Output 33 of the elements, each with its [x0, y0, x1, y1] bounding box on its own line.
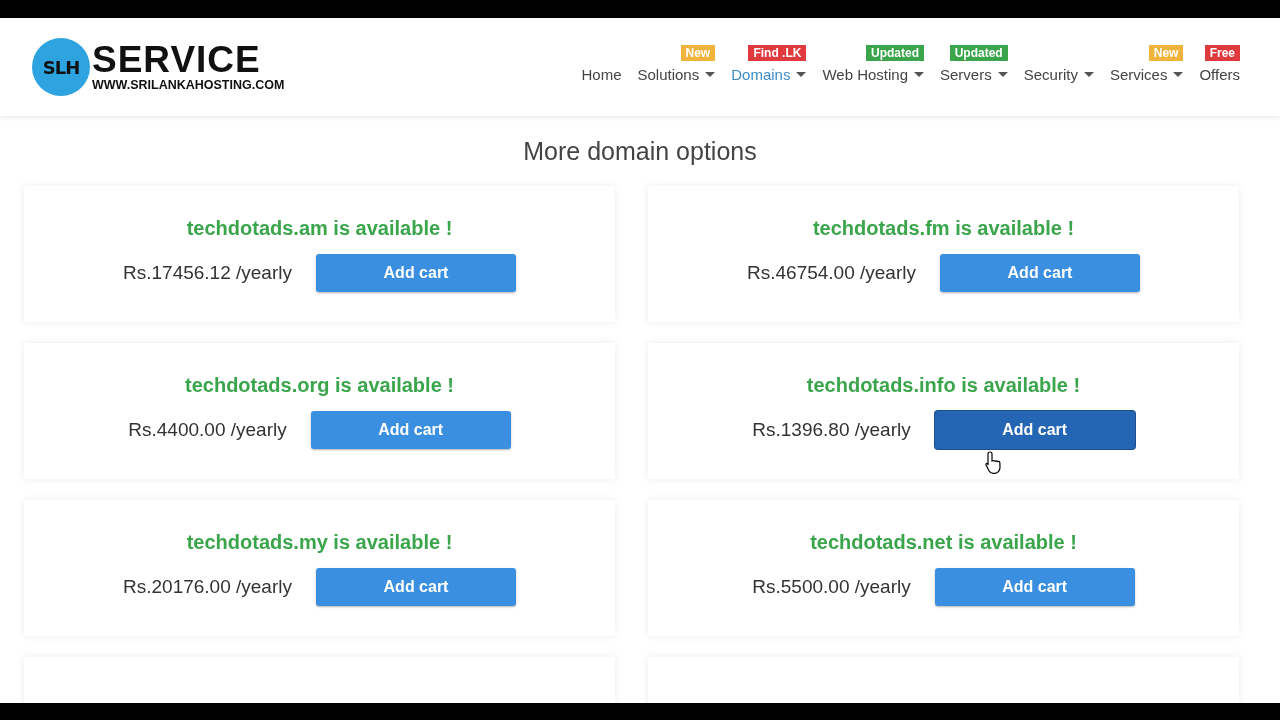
add-cart-button[interactable]: Add cart — [934, 410, 1135, 449]
nav-badge: Free — [1204, 44, 1240, 61]
availability-text: techdotads.am is available ! — [186, 216, 453, 240]
nav-link[interactable]: Security — [1023, 65, 1094, 83]
nav-link[interactable]: Offers — [1199, 65, 1240, 83]
section-heading: More domain options — [522, 136, 758, 167]
nav-link[interactable]: Servers — [940, 65, 1008, 83]
logo[interactable]: SLH SERVICE WWW.SRILANKAHOSTING.COM — [32, 38, 285, 96]
nav-link[interactable]: Domains — [731, 65, 807, 83]
availability-text: techdotads.fm is available ! — [812, 216, 1075, 240]
nav-link[interactable]: Web Hosting — [822, 65, 924, 83]
availability-text: techdotads.my is available ! — [186, 530, 453, 554]
nav-badge: Find .LK — [748, 44, 807, 61]
price-text: Rs.17456.12 /yearly — [123, 261, 292, 284]
availability-text: techdotads.org is available ! — [185, 373, 454, 397]
price-text: Rs.1396.80 /yearly — [752, 418, 911, 441]
nav-link[interactable]: Services — [1109, 65, 1184, 83]
nav-link[interactable]: Home — [581, 65, 622, 83]
logo-name: SERVICE — [92, 42, 262, 78]
price-text: Rs.46754.00 /yearly — [747, 261, 916, 284]
nav-link[interactable]: Solutions — [637, 65, 716, 83]
nav-badge: New — [680, 44, 716, 61]
nav-badge: Updated — [949, 44, 1008, 61]
logo-url: WWW.SRILANKAHOSTING.COM — [92, 78, 285, 92]
availability-text: techdotads.info is available ! — [806, 373, 1081, 397]
nav-badge: New — [1148, 44, 1184, 61]
availability-text: techdotads.net is available ! — [810, 530, 1077, 554]
hand-cursor-icon — [984, 450, 1004, 476]
price-text: Rs.5500.00 /yearly — [752, 575, 911, 598]
logo-mark: SLH — [32, 38, 90, 96]
price-text: Rs.20176.00 /yearly — [123, 575, 292, 598]
nav-badge: Updated — [866, 44, 924, 61]
price-text: Rs.4400.00 /yearly — [128, 418, 287, 441]
